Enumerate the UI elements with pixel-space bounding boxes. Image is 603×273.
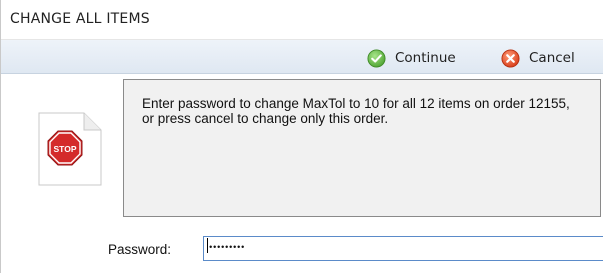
check-circle-icon bbox=[367, 48, 386, 68]
x-circle-icon bbox=[501, 48, 520, 68]
password-input[interactable]: ••••••••• bbox=[203, 236, 603, 261]
continue-button[interactable]: Continue bbox=[367, 47, 456, 69]
stop-sign-text: STOP bbox=[54, 144, 77, 154]
stop-sign-document-icon: STOP bbox=[38, 112, 102, 186]
message-panel: Enter password to change MaxTol to 10 fo… bbox=[123, 79, 601, 217]
change-all-items-dialog: CHANGE ALL ITEMS Continue Cancel STOP En… bbox=[0, 0, 603, 273]
password-value: ••••••••• bbox=[208, 243, 245, 253]
toolbar: Continue Cancel bbox=[1, 40, 603, 74]
password-label: Password: bbox=[108, 242, 172, 257]
dialog-title: CHANGE ALL ITEMS bbox=[10, 11, 150, 27]
cancel-button[interactable]: Cancel bbox=[501, 47, 575, 69]
cancel-label: Cancel bbox=[529, 50, 575, 66]
title-bar: CHANGE ALL ITEMS bbox=[1, 0, 603, 40]
message-text: Enter password to change MaxTol to 10 fo… bbox=[142, 96, 570, 126]
continue-label: Continue bbox=[395, 50, 456, 66]
